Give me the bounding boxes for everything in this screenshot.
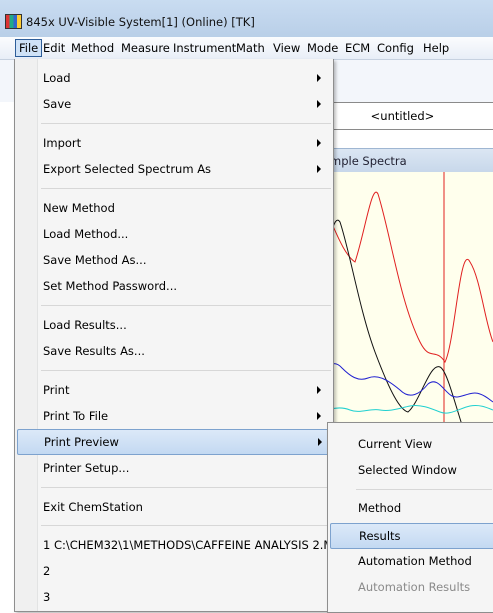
menu-item-export-selected-spectrum[interactable]: Export Selected Spectrum As <box>17 157 329 181</box>
menu-config[interactable]: Config <box>374 40 417 56</box>
blue-trace <box>320 363 493 403</box>
menu-item-label: 3 <box>43 590 51 604</box>
submenu-item-label: Results <box>359 529 401 543</box>
menu-help[interactable]: Help <box>420 40 452 56</box>
window-title: 845x UV-Visible System[1] (Online) [TK] <box>26 15 255 29</box>
menu-separator <box>41 370 331 371</box>
menu-item-load-results[interactable]: Load Results... <box>17 313 329 337</box>
menu-view[interactable]: View <box>270 40 303 56</box>
submenu-arrow-icon <box>317 74 321 82</box>
menu-item-save-method-as[interactable]: Save Method As... <box>17 248 329 272</box>
menu-item-label: Print Preview <box>44 435 119 449</box>
menu-item-save[interactable]: Save <box>17 92 329 116</box>
submenu-arrow-icon <box>318 438 322 446</box>
menu-item-load-method[interactable]: Load Method... <box>17 222 329 246</box>
menu-mode[interactable]: Mode <box>304 40 341 56</box>
menu-item-print[interactable]: Print <box>17 378 329 402</box>
menu-measure[interactable]: Measure <box>118 40 173 56</box>
submenu-arrow-icon <box>317 139 321 147</box>
menu-item-label: Printer Setup... <box>43 461 130 475</box>
menu-item-load[interactable]: Load <box>17 66 329 90</box>
menu-separator <box>41 123 331 124</box>
menu-item-save-results-as[interactable]: Save Results As... <box>17 339 329 363</box>
menu-method[interactable]: Method <box>68 40 117 56</box>
red-trace <box>320 191 493 363</box>
menu-separator <box>356 489 492 490</box>
menu-item-label: Load Method... <box>43 227 129 241</box>
menu-instrument[interactable]: Instrument <box>170 40 239 56</box>
menu-item-label: 1 C:\CHEM32\1\METHODS\CAFFEINE ANALYSIS … <box>43 538 334 552</box>
menu-item-recent-2[interactable]: 2 <box>17 559 329 583</box>
submenu-item-label: Automation Results <box>358 580 471 594</box>
menu-item-print-preview[interactable]: Print Preview <box>17 429 331 455</box>
menu-bar: File Edit Method Measure Instrument Math… <box>0 37 493 60</box>
submenu-item-label: Automation Method <box>358 554 472 568</box>
menu-separator <box>41 525 331 526</box>
menu-item-import[interactable]: Import <box>17 131 329 155</box>
menu-item-set-method-password[interactable]: Set Method Password... <box>17 274 329 298</box>
menu-ecm[interactable]: ECM <box>342 40 373 56</box>
submenu-arrow-icon <box>317 412 321 420</box>
menu-file[interactable]: File <box>15 39 43 57</box>
menu-item-printer-setup[interactable]: Printer Setup... <box>17 456 329 480</box>
menu-item-new-method[interactable]: New Method <box>17 196 329 220</box>
submenu-item-automation-results: Automation Results <box>330 575 493 599</box>
menu-separator <box>41 305 331 306</box>
menu-item-label: Save Results As... <box>43 344 145 358</box>
menu-item-label: Print To File <box>43 409 109 423</box>
menu-item-label: Import <box>43 136 82 150</box>
document-name-field[interactable]: <untitled> <box>310 102 493 130</box>
submenu-item-label: Current View <box>358 437 433 451</box>
submenu-item-method[interactable]: Method <box>330 496 493 520</box>
submenu-item-automation-method[interactable]: Automation Method <box>330 549 493 573</box>
submenu-item-label: Selected Window <box>358 463 457 477</box>
menu-edit[interactable]: Edit <box>40 40 68 56</box>
menu-item-exit-chemstation[interactable]: Exit ChemStation <box>17 495 329 519</box>
submenu-arrow-icon <box>317 386 321 394</box>
menu-item-label: Print <box>43 383 70 397</box>
title-bar: 845x UV-Visible System[1] (Online) [TK] <box>0 0 493 37</box>
sample-spectra-panel-header: mple Spectra <box>320 148 493 173</box>
menu-item-label: Load <box>43 71 71 85</box>
submenu-item-results[interactable]: Results <box>330 523 493 549</box>
menu-item-recent-3[interactable]: 3 <box>17 585 329 609</box>
menu-item-label: Load Results... <box>43 318 127 332</box>
menu-item-label: Set Method Password... <box>43 279 178 293</box>
menu-item-label: Save <box>43 97 72 111</box>
menu-separator <box>41 188 331 189</box>
menu-item-label: New Method <box>43 201 115 215</box>
file-menu: Load Save Import Export Selected Spectru… <box>14 59 334 612</box>
panel-title: mple Spectra <box>330 154 407 168</box>
menu-item-label: 2 <box>43 564 51 578</box>
submenu-item-selected-window[interactable]: Selected Window <box>330 458 493 482</box>
submenu-arrow-icon <box>317 100 321 108</box>
menu-item-label: Save Method As... <box>43 253 147 267</box>
menu-math[interactable]: Math <box>233 40 268 56</box>
app-icon <box>5 14 22 29</box>
menu-item-label: Exit ChemStation <box>43 500 143 514</box>
menu-item-label: Export Selected Spectrum As <box>43 162 212 176</box>
submenu-arrow-icon <box>317 165 321 173</box>
menu-item-print-to-file[interactable]: Print To File <box>17 404 329 428</box>
submenu-item-current-view[interactable]: Current View <box>330 432 493 456</box>
submenu-item-label: Method <box>358 501 402 515</box>
print-preview-submenu: Current View Selected Window Method Resu… <box>327 422 493 613</box>
cyan-trace <box>320 405 493 415</box>
menu-item-recent-1[interactable]: 1 C:\CHEM32\1\METHODS\CAFFEINE ANALYSIS … <box>17 533 333 557</box>
menu-separator <box>41 487 331 488</box>
